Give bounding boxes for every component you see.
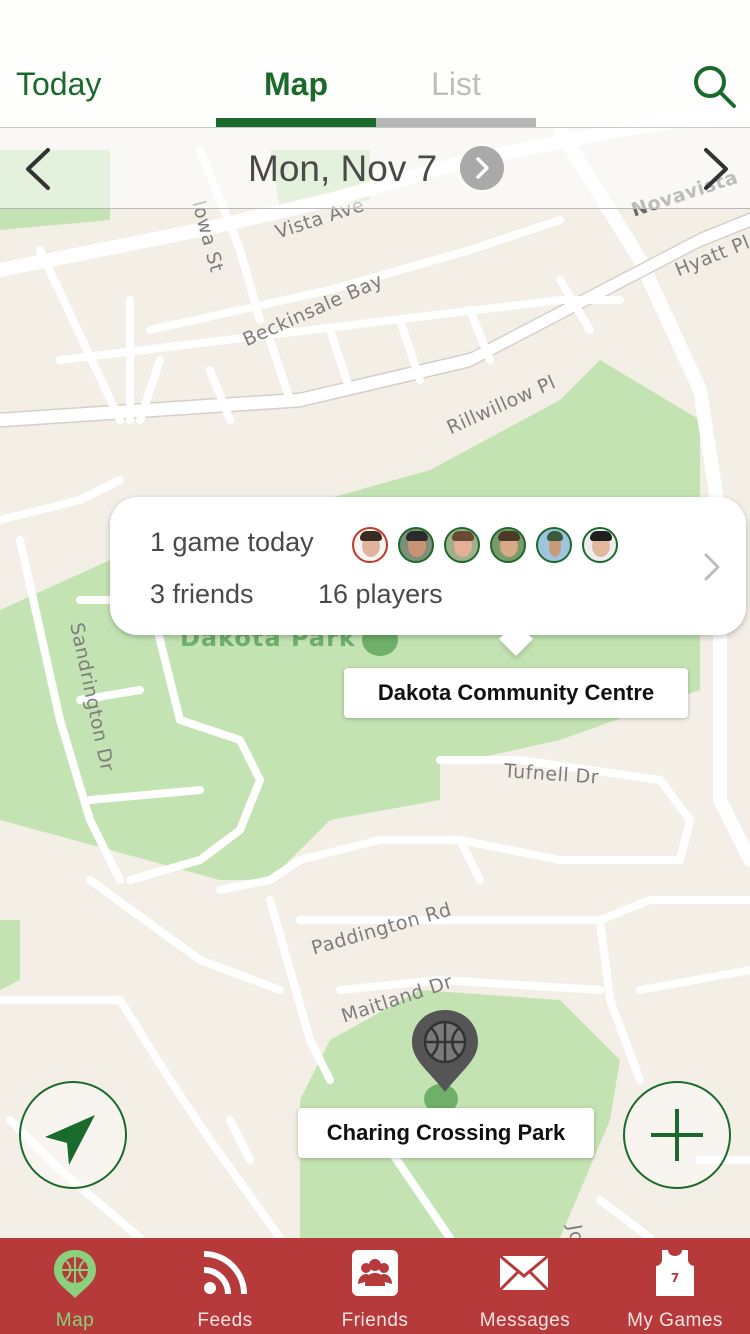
avatar[interactable] [536,527,572,563]
friends-icon [352,1250,398,1296]
previous-day-chevron-icon[interactable] [20,144,60,194]
tab-bar-label: My Games [627,1310,723,1331]
tab-bar-item-map[interactable]: Map [0,1238,150,1334]
selected-date: Mon, Nov 7 [248,148,438,189]
avatar[interactable] [582,527,618,563]
tab-list[interactable]: List [376,66,536,103]
date-picker-chevron-icon[interactable] [460,146,504,190]
tab-bar-label: Messages [479,1310,571,1331]
tab-bar-item-feeds[interactable]: Feeds [150,1238,300,1334]
add-game-button[interactable] [623,1081,731,1189]
players-count: 16 players [318,579,443,609]
top-navigation: Today Map List [0,0,750,128]
search-icon[interactable] [690,62,738,110]
avatar[interactable] [444,527,480,563]
tab-map[interactable]: Map [216,66,376,103]
location-arrow-icon [45,1115,95,1165]
games-count: 1 game today [150,527,314,557]
plus-icon [651,1109,703,1161]
tab-bar-item-friends[interactable]: Friends [300,1238,450,1334]
tab-bar-label: Friends [341,1310,409,1331]
svg-text:7: 7 [671,1271,679,1285]
place-label-charing-crossing-park[interactable]: Charing Crossing Park [298,1108,594,1158]
basketball-marker-icon[interactable] [410,1008,480,1094]
jersey-icon: 7 [656,1250,694,1296]
tab-bar-item-messages[interactable]: Messages [450,1238,600,1334]
tab-bar-label: Feeds [197,1310,253,1331]
place-label-dakota-community-centre[interactable]: Dakota Community Centre [344,668,688,718]
avatar[interactable] [398,527,434,563]
avatar[interactable] [490,527,526,563]
next-day-chevron-icon[interactable] [694,144,734,194]
tab-bar-label: Map [55,1310,95,1331]
friends-count: 3 friends [150,579,254,609]
basketball-pin-icon [54,1250,96,1298]
bottom-tab-bar: Map Feeds Friends Messages 7 My Games [0,1238,750,1334]
tab-map-indicator [216,118,376,127]
current-location-button[interactable] [19,1081,127,1189]
date-bar: Mon, Nov 7 [0,128,750,209]
tab-list-indicator [376,118,536,127]
tab-bar-item-my-games[interactable]: 7 My Games [600,1238,750,1334]
chevron-right-icon[interactable] [700,551,724,583]
avatar[interactable] [352,527,388,563]
envelope-icon [498,1254,550,1292]
today-button[interactable]: Today [16,66,101,103]
street-label: Jo [563,1223,588,1238]
venue-callout[interactable]: 1 game today 3 friends 16 players [110,497,746,656]
rss-icon [203,1251,247,1295]
